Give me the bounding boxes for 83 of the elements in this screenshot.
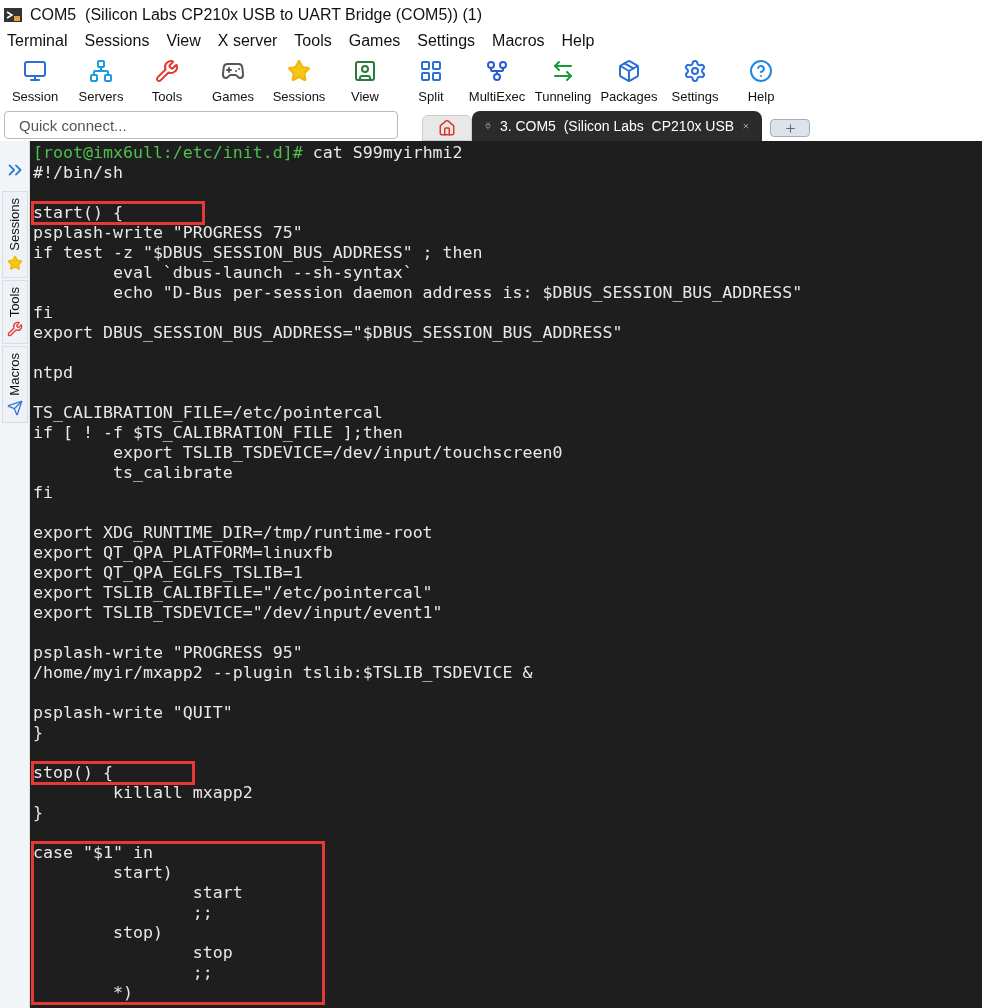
code-line: ;; xyxy=(191,963,214,983)
toolbar-button[interactable]: Session xyxy=(2,58,68,106)
side-tab[interactable]: Sessions xyxy=(1,191,28,278)
toolbar-button[interactable]: Sessions xyxy=(266,58,332,106)
code-line: export TSLIB_CALIBFILE="/etc/pointercal" xyxy=(33,583,434,603)
grid-icon xyxy=(419,58,443,83)
star-icon xyxy=(6,254,23,271)
menu-item[interactable]: X server xyxy=(217,29,278,53)
plug-icon xyxy=(484,119,492,133)
shell-prompt: [root@imx6ull:/etc/init.d]# xyxy=(33,143,303,162)
help-icon xyxy=(749,58,773,83)
menu-item[interactable]: Macros xyxy=(492,29,545,53)
code-line: stop() { xyxy=(33,763,113,783)
session-tab[interactable]: 3. COM5 (Silicon Labs CP210x USB xyxy=(472,111,762,141)
wrench-icon xyxy=(6,321,23,338)
code-line: export XDG_RUNTIME_DIR=/tmp/runtime-root xyxy=(33,523,434,543)
menu-item[interactable]: Tools xyxy=(294,29,332,53)
user-screen-icon xyxy=(353,58,377,83)
code-line: ntpd xyxy=(33,363,73,383)
toolbar-button[interactable]: Help xyxy=(728,58,794,106)
quick-connect-field[interactable]: Quick connect... xyxy=(4,111,398,139)
code-line: } xyxy=(33,723,44,743)
code-line: *) xyxy=(111,983,134,1003)
code-line: /home/myir/mxapp2 --plugin tslib:$TSLIB_TSDEVICE & xyxy=(33,663,533,683)
package-icon xyxy=(617,58,641,83)
wrench-icon xyxy=(155,58,179,83)
code-line: psplash-write "QUIT" xyxy=(33,703,233,723)
code-line: case "$1" in xyxy=(33,843,154,863)
code-line: fi xyxy=(33,303,54,323)
code-line: if test -z "$DBUS_SESSION_BUS_ADDRESS" ; then xyxy=(33,243,484,263)
home-tab[interactable] xyxy=(422,115,472,141)
plus-icon xyxy=(783,121,797,135)
toolbar-button[interactable]: Tools xyxy=(134,58,200,106)
code-line: stop) xyxy=(111,923,164,943)
toolbar-button[interactable]: MultiExec xyxy=(464,58,530,106)
menu-item[interactable]: Help xyxy=(561,29,595,53)
side-tab[interactable]: Tools xyxy=(1,279,28,345)
toolbar-button[interactable]: View xyxy=(332,58,398,106)
code-line: start) xyxy=(111,863,174,883)
toolbar-button[interactable]: Tunneling xyxy=(530,58,596,106)
code-line: ;; xyxy=(191,903,214,923)
star-icon xyxy=(287,58,311,83)
app-logo-icon xyxy=(4,7,22,23)
window-title: COM5 (Silicon Labs CP210x USB to UART Bridge (COM5)) (1) xyxy=(30,5,482,25)
code-line: ts_calibrate xyxy=(111,463,234,483)
arrows-icon xyxy=(551,58,575,83)
menu-item[interactable]: Terminal xyxy=(7,29,68,53)
monitor-icon xyxy=(23,58,47,83)
menu-item[interactable]: Settings xyxy=(417,29,476,53)
menu-item[interactable]: Games xyxy=(348,29,401,53)
code-line: psplash-write "PROGRESS 75" xyxy=(33,223,304,243)
toolbar-button[interactable]: Packages xyxy=(596,58,662,106)
shell-command: cat S99myirhmi2 xyxy=(311,143,463,162)
menu-item[interactable]: View xyxy=(166,29,201,53)
code-line: eval `dbus-launch --sh-syntax` xyxy=(111,263,414,283)
code-line: fi xyxy=(33,483,54,503)
code-line: TS_CALIBRATION_FILE=/etc/pointercal xyxy=(33,403,384,423)
menu-item[interactable]: Sessions xyxy=(84,29,150,53)
code-line: export TSLIB_TSDEVICE=/dev/input/touchscreen0 xyxy=(111,443,563,463)
code-line: if [ ! -f $TS_CALIBRATION_FILE ];then xyxy=(33,423,404,443)
toolbar-button[interactable]: Servers xyxy=(68,58,134,106)
side-tab[interactable]: Macros xyxy=(1,346,28,423)
code-line: export QT_QPA_PLATFORM=linuxfb xyxy=(33,543,334,563)
code-line: psplash-write "PROGRESS 95" xyxy=(33,643,304,663)
code-line: #!/bin/sh xyxy=(33,163,123,183)
code-line: export DBUS_SESSION_BUS_ADDRESS="$DBUS_SESSION_BUS_ADDRESS" xyxy=(33,323,624,343)
code-line: echo "D-Bus per-session daemon address is: $DBUS_SESSION_BUS_ADDRESS" xyxy=(111,283,803,303)
toolbar-button[interactable]: Split xyxy=(398,58,464,106)
fork-icon xyxy=(485,58,509,83)
gear-icon xyxy=(683,58,707,83)
code-line: start() { xyxy=(33,203,123,223)
code-line: killall mxapp2 xyxy=(111,783,253,803)
code-line: start xyxy=(191,883,243,903)
code-line: stop xyxy=(191,943,234,963)
code-line: export TSLIB_TSDEVICE="/dev/input/event1" xyxy=(33,603,443,623)
new-tab-button[interactable] xyxy=(770,119,810,137)
paper-plane-icon xyxy=(6,399,23,416)
home-icon xyxy=(438,119,456,137)
network-icon xyxy=(89,58,113,83)
toolbar-button[interactable]: Settings xyxy=(662,58,728,106)
toolbar-button[interactable]: Games xyxy=(200,58,266,106)
code-line: export QT_QPA_EGLFS_TSLIB=1 xyxy=(33,563,304,583)
code-line: } xyxy=(33,803,44,823)
